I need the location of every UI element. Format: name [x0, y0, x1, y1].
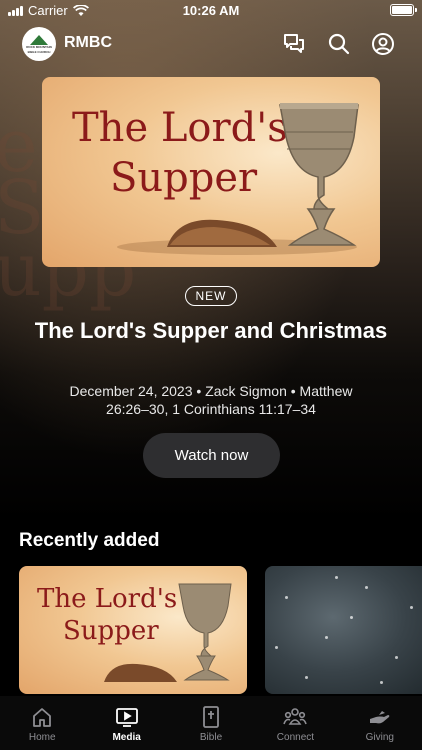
- tab-bar: Home Media Bible Connect Giving: [0, 696, 422, 750]
- tab-bible[interactable]: Bible: [169, 696, 253, 750]
- status-time: 10:26 AM: [182, 3, 240, 18]
- recent-item-lords-supper[interactable]: The Lord's Supper: [19, 566, 247, 694]
- tab-connect-label: Connect: [276, 732, 315, 743]
- home-icon: [33, 708, 52, 727]
- new-badge: NEW: [185, 286, 237, 306]
- tab-giving[interactable]: Giving: [338, 696, 422, 750]
- chat-icon[interactable]: [282, 32, 306, 56]
- battery-icon: [390, 4, 417, 16]
- tab-media[interactable]: Media: [84, 696, 168, 750]
- featured-sermon-artwork[interactable]: The Lord's Supper: [42, 77, 380, 267]
- tab-home[interactable]: Home: [0, 696, 84, 750]
- giving-icon: [369, 711, 390, 724]
- recently-added-heading: Recently added: [19, 530, 160, 551]
- featured-sermon-meta: December 24, 2023 • Zack Sigmon • Matthe…: [69, 383, 353, 417]
- bible-icon: [203, 706, 219, 728]
- search-icon[interactable]: [327, 32, 351, 56]
- logo-text: ROCK MOUNTAIN BIBLE CHURCH: [26, 45, 52, 54]
- tab-bible-label: Bible: [199, 732, 223, 743]
- tab-media-label: Media: [112, 732, 141, 743]
- brand-name: RMBC: [64, 34, 112, 51]
- app-header: ROCK MOUNTAIN BIBLE CHURCH RMBC: [0, 26, 422, 62]
- status-bar: Carrier 10:26 AM: [0, 0, 422, 22]
- watch-now-button[interactable]: Watch now: [143, 433, 280, 478]
- featured-sermon-title: The Lord's Supper and Christmas: [34, 318, 388, 343]
- profile-icon[interactable]: [371, 32, 395, 56]
- tab-connect[interactable]: Connect: [253, 696, 337, 750]
- media-icon: [115, 708, 138, 727]
- tab-giving-label: Giving: [365, 732, 394, 743]
- bread-and-chalice-illustration: [117, 103, 359, 255]
- mountain-icon: [30, 35, 48, 45]
- tab-home-label: Home: [28, 732, 56, 743]
- church-logo[interactable]: ROCK MOUNTAIN BIBLE CHURCH: [22, 27, 56, 61]
- connect-icon: [283, 708, 308, 725]
- recent-item-snow[interactable]: [265, 566, 422, 694]
- thumb-chalice-illustration: [104, 583, 232, 682]
